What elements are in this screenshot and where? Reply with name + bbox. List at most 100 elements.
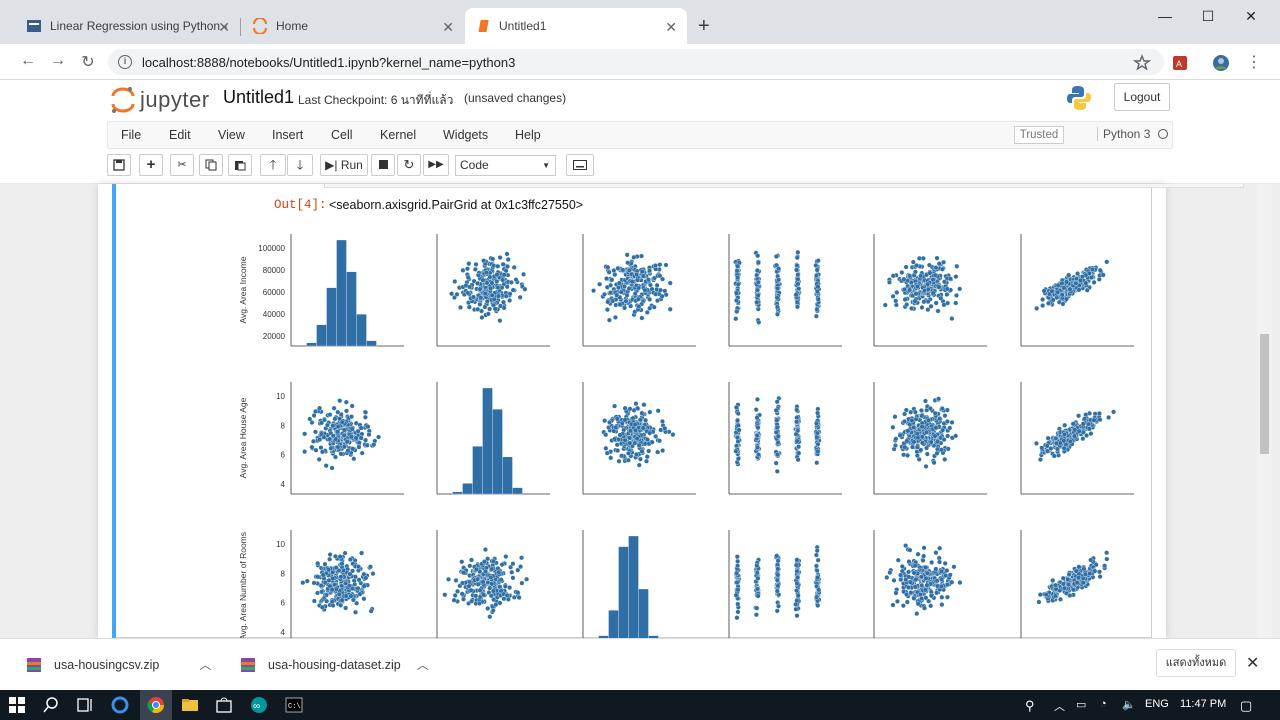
search-icon[interactable]: [42, 696, 60, 714]
scatter-point: [1054, 446, 1060, 452]
tick-label: 100000: [258, 244, 285, 253]
scatter-point: [903, 543, 909, 549]
tab-home[interactable]: Home ✕: [242, 8, 464, 44]
interrupt-button[interactable]: [371, 154, 395, 176]
scatter-point: [359, 450, 365, 456]
volume-icon[interactable]: 🔈: [1122, 698, 1136, 711]
scatter-point: [356, 564, 362, 570]
kernel-name[interactable]: Python 3: [1097, 127, 1150, 141]
page-scrollbar[interactable]: [1257, 184, 1272, 638]
scrollbar-thumb[interactable]: [1260, 334, 1269, 454]
menu-file[interactable]: File: [121, 128, 141, 142]
windows-taskbar: ∞ C:\ ⚲ ︿ ▭ ◔ 🔈 ENG 11:47 PM ▢: [0, 690, 1280, 720]
notebook-name[interactable]: Untitled1: [223, 87, 294, 108]
scatter-point: [1083, 412, 1089, 418]
paste-button[interactable]: [228, 154, 252, 176]
scatter-point: [344, 408, 349, 414]
close-shelf-icon[interactable]: ✕: [1246, 653, 1259, 673]
download-item[interactable]: usa-housing-dataset.zip ︿: [240, 656, 429, 673]
scatter-point: [794, 407, 800, 413]
device-icon[interactable]: ▭: [1076, 698, 1086, 711]
show-hidden-icons-icon[interactable]: ︿: [1054, 698, 1065, 714]
scatter-point: [936, 261, 942, 267]
command-palette-button[interactable]: [566, 154, 594, 176]
edge-browser-icon[interactable]: [111, 696, 129, 714]
scatter-point: [944, 292, 950, 297]
cut-button[interactable]: ✂: [170, 154, 194, 176]
forward-icon[interactable]: →: [48, 52, 68, 70]
profile-avatar-icon[interactable]: [1212, 54, 1230, 72]
reload-icon[interactable]: ↻: [78, 52, 98, 72]
restart-button[interactable]: ↻: [397, 154, 421, 176]
menu-edit[interactable]: Edit: [169, 128, 191, 142]
restart-run-all-button[interactable]: ▶▶: [423, 154, 449, 176]
scatter-point: [735, 563, 741, 569]
close-window-icon[interactable]: ✕: [1229, 8, 1273, 28]
scatter-point: [907, 547, 913, 553]
scatter-point: [912, 409, 918, 415]
scatter-point: [454, 291, 460, 297]
chevron-up-icon[interactable]: ︿: [417, 656, 429, 673]
close-tab-icon[interactable]: ✕: [442, 19, 454, 36]
scatter-point: [893, 298, 899, 304]
tab-linear-regression[interactable]: Linear Regression using Python - ✕: [16, 8, 240, 44]
chrome-icon[interactable]: [147, 696, 165, 714]
menu-widgets[interactable]: Widgets: [443, 128, 488, 142]
menu-insert[interactable]: Insert: [272, 128, 303, 142]
bookmark-star-icon[interactable]: [1133, 54, 1151, 72]
wifi-icon[interactable]: ◔: [1100, 698, 1107, 710]
run-button[interactable]: ▶| Run: [320, 154, 368, 176]
download-item[interactable]: usa-housingcsv.zip ︿: [26, 656, 211, 673]
clock[interactable]: 11:47 PM: [1180, 698, 1226, 710]
copy-button[interactable]: [199, 154, 223, 176]
terminal-icon[interactable]: C:\: [285, 696, 303, 714]
file-explorer-icon[interactable]: [181, 696, 199, 714]
scatter-point: [1061, 438, 1067, 444]
info-icon[interactable]: i: [118, 55, 132, 69]
task-view-icon[interactable]: [76, 696, 94, 714]
minimize-icon[interactable]: —: [1143, 8, 1187, 28]
maximize-icon[interactable]: ☐: [1186, 8, 1230, 28]
jupyter-logo[interactable]: jupyter: [110, 86, 210, 114]
scatter-point: [330, 423, 336, 429]
menu-help[interactable]: Help: [515, 128, 541, 142]
close-tab-icon[interactable]: ✕: [665, 19, 677, 36]
scatter-point: [486, 590, 492, 596]
move-up-button[interactable]: 🡑: [260, 154, 286, 176]
scatter-point: [465, 274, 471, 280]
menu-view[interactable]: View: [218, 128, 245, 142]
scatter-point: [1091, 417, 1097, 423]
scatter-point: [336, 591, 342, 597]
store-icon[interactable]: [215, 696, 233, 714]
language-indicator[interactable]: ENG: [1145, 698, 1169, 710]
menu-cell[interactable]: Cell: [331, 128, 353, 142]
arduino-icon[interactable]: ∞: [250, 696, 268, 714]
show-all-downloads-button[interactable]: แสดงทั้งหมด: [1156, 649, 1236, 677]
scatter-point: [318, 431, 324, 437]
scatter-point: [315, 590, 320, 596]
move-down-button[interactable]: 🡓: [287, 154, 313, 176]
notifications-icon[interactable]: ▢: [1240, 698, 1252, 714]
address-bar[interactable]: i localhost:8888/notebooks/Untitled1.ipy…: [108, 49, 1164, 75]
new-tab-icon[interactable]: +: [698, 16, 710, 36]
tab-untitled1[interactable]: Untitled1 ✕: [465, 8, 687, 44]
logout-button[interactable]: Logout: [1114, 83, 1170, 111]
scatter-point: [915, 551, 921, 557]
scatter-point: [924, 582, 930, 588]
close-tab-icon[interactable]: ✕: [218, 19, 230, 36]
scatter-point: [794, 419, 800, 425]
people-icon[interactable]: ⚲: [1025, 698, 1035, 714]
menu-kebab-icon[interactable]: ⋮: [1244, 52, 1264, 72]
scatter-point: [466, 261, 472, 267]
extension-pdf-icon[interactable]: A: [1171, 54, 1189, 72]
menu-kernel[interactable]: Kernel: [380, 128, 416, 142]
chevron-up-icon[interactable]: ︿: [199, 656, 211, 673]
scatter-point: [1060, 575, 1066, 581]
cell-type-select[interactable]: Code ▼: [455, 155, 556, 176]
insert-cell-button[interactable]: +: [139, 154, 163, 176]
save-button[interactable]: [107, 154, 131, 176]
windows-start-icon[interactable]: [8, 696, 26, 714]
trusted-badge[interactable]: Trusted: [1014, 126, 1064, 144]
back-icon[interactable]: ←: [18, 52, 38, 70]
scatter-point: [644, 309, 650, 315]
